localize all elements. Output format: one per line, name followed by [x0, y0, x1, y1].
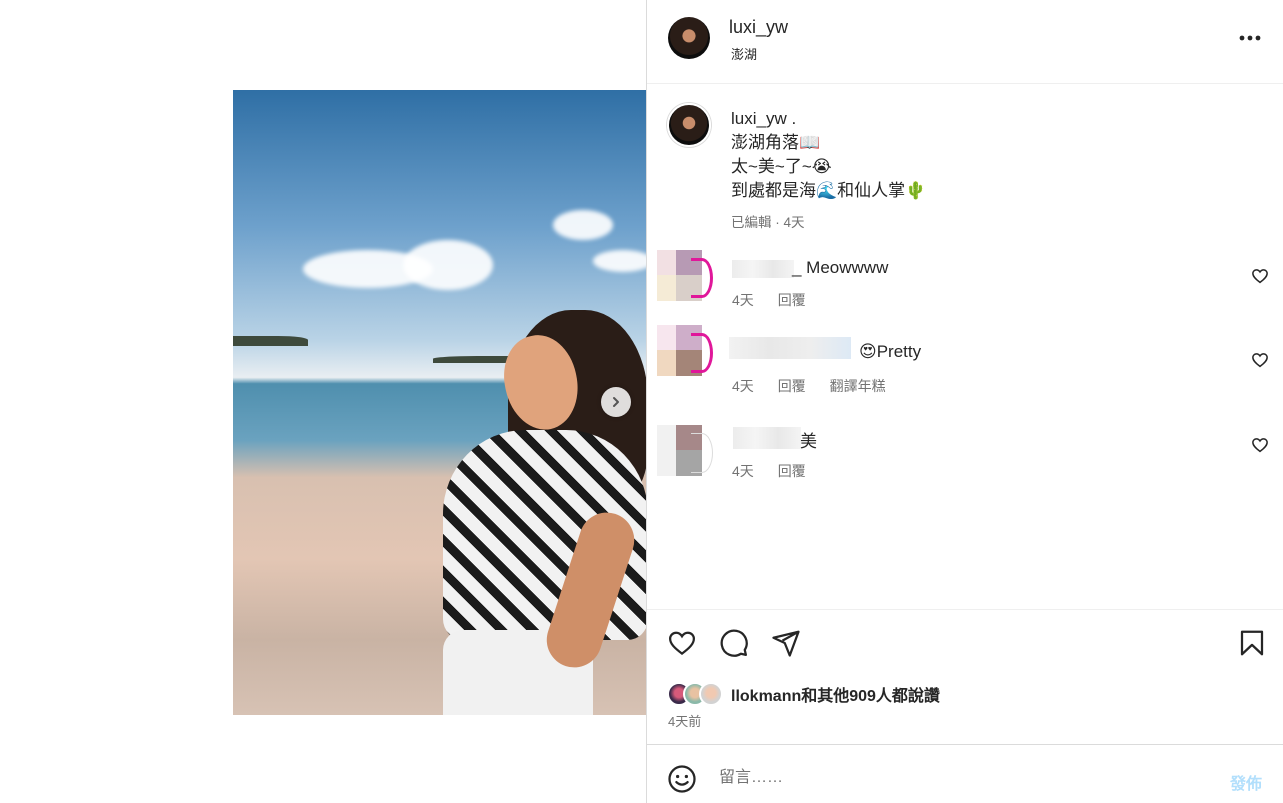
- edited-label: 已編輯: [731, 215, 772, 230]
- comment-box: 發佈: [647, 744, 1283, 803]
- translate-button[interactable]: 翻譯年糕: [830, 378, 886, 394]
- likes-count[interactable]: llokmann和其他909人都說讚: [731, 682, 940, 706]
- story-ring: [691, 433, 713, 473]
- reply-button[interactable]: 回覆: [778, 292, 806, 308]
- caption-meta: 已編輯 · 4天: [731, 211, 926, 235]
- comment-text: 美: [800, 432, 817, 451]
- heart-icon[interactable]: [667, 628, 697, 658]
- caption-line: 澎湖角落📖: [731, 133, 821, 152]
- comment-item: 😍Pretty 4天 回覆 翻譯年糕: [647, 325, 1283, 395]
- meta-separator: ·: [775, 215, 780, 230]
- reply-button[interactable]: 回覆: [778, 378, 806, 394]
- comment-username-redacted[interactable]: [729, 337, 851, 359]
- post-photo[interactable]: [233, 90, 646, 715]
- caption-avatar[interactable]: [667, 103, 711, 147]
- caption-line: 太~美~了~😭: [731, 157, 832, 176]
- more-icon: [1239, 35, 1261, 41]
- post-header: luxi_yw 澎湖: [647, 0, 1283, 84]
- post-username[interactable]: luxi_yw: [729, 17, 788, 38]
- bookmark-icon[interactable]: [1237, 628, 1267, 658]
- heart-icon[interactable]: [1251, 351, 1269, 369]
- caption-line: 到處都是海🌊和仙人掌🌵: [731, 181, 927, 200]
- likes-summary[interactable]: llokmann和其他909人都說讚: [667, 682, 940, 706]
- comment-icon[interactable]: [719, 628, 749, 658]
- comment-item: 美 4天 回覆: [647, 425, 1283, 495]
- post-caption: luxi_yw . 澎湖角落📖 太~美~了~😭 到處都是海🌊和仙人掌🌵 已編輯 …: [731, 107, 926, 235]
- caption-time: 4天: [783, 215, 805, 230]
- more-options-button[interactable]: [1236, 26, 1264, 50]
- avatar[interactable]: [668, 17, 710, 59]
- comment-time: 4天: [732, 292, 754, 308]
- comment-item: _ Meowwww 4天 回覆: [647, 250, 1283, 320]
- comment-meta: 4天 回覆: [732, 290, 826, 310]
- comment-username-redacted[interactable]: [733, 427, 801, 449]
- post-actions: llokmann和其他909人都說讚 4天前: [647, 609, 1283, 743]
- media-area: [0, 0, 647, 803]
- heart-icon[interactable]: [1251, 436, 1269, 454]
- story-ring: [691, 258, 713, 298]
- reply-button[interactable]: 回覆: [778, 463, 806, 479]
- post-comment-button[interactable]: 發佈: [1230, 770, 1262, 794]
- story-ring: [691, 333, 713, 373]
- comment-meta: 4天 回覆 翻譯年糕: [732, 376, 906, 396]
- post-location[interactable]: 澎湖: [731, 44, 757, 63]
- comment-meta: 4天 回覆: [732, 461, 826, 481]
- comment-time: 4天: [732, 378, 754, 394]
- post-panel: luxi_yw 澎湖 luxi_yw . 澎湖角落📖 太~美~了~😭 到處都是海…: [646, 0, 1283, 803]
- comment-text: 😍Pretty: [859, 342, 922, 361]
- comment-input[interactable]: [719, 765, 1199, 791]
- comment-time: 4天: [732, 463, 754, 479]
- comment-text: _ Meowwww: [792, 258, 889, 277]
- post-timestamp: 4天前: [668, 714, 702, 729]
- heart-icon[interactable]: [1251, 267, 1269, 285]
- share-icon[interactable]: [771, 628, 801, 658]
- emoji-icon[interactable]: [667, 764, 697, 794]
- avatar: [699, 682, 723, 706]
- caption-username[interactable]: luxi_yw .: [731, 107, 926, 131]
- comment-username-redacted[interactable]: [732, 260, 794, 278]
- chevron-right-icon: [613, 397, 619, 407]
- carousel-next-button[interactable]: [601, 387, 631, 417]
